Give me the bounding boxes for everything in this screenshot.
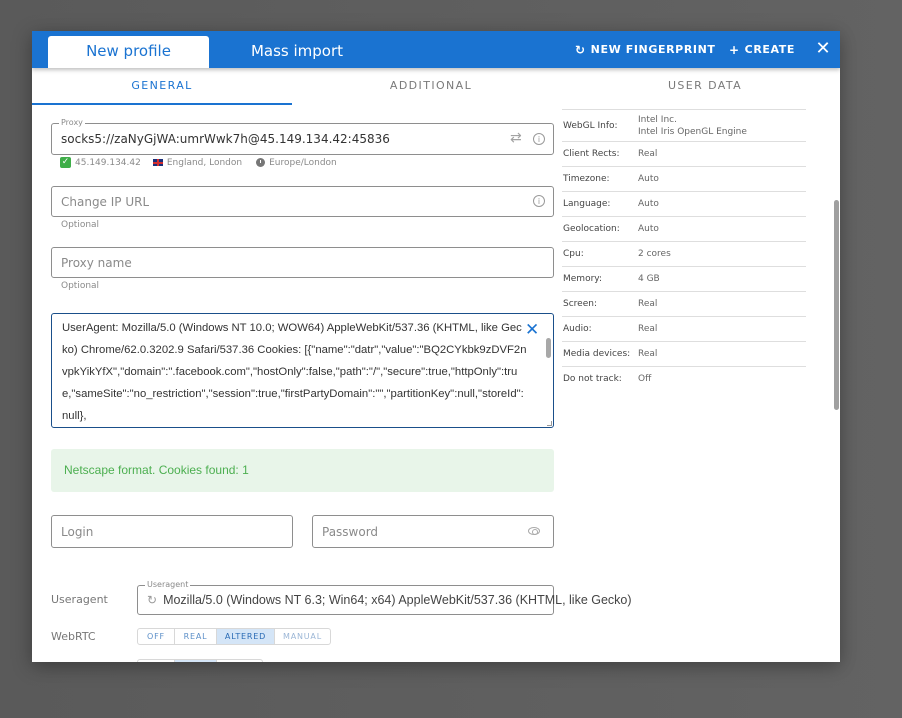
webrtc-selector: OFF REAL ALTERED MANUAL	[137, 628, 331, 645]
webrtc-label: WebRTC	[51, 630, 96, 643]
info-value: 2 cores	[638, 249, 671, 259]
tab-mass-import[interactable]: Mass import	[237, 36, 357, 68]
password-placeholder: Password	[322, 524, 379, 539]
proxy-ip: 45.149.134.42	[75, 157, 141, 168]
password-input[interactable]: Password	[312, 515, 554, 548]
proxy-value: socks5://zaNyGjWA:umrWwk7h@45.149.134.42…	[61, 132, 390, 146]
dialog-header: New profile Mass import ↻ NEW FINGERPRIN…	[32, 31, 840, 68]
subtab-user-data[interactable]: USER DATA	[570, 68, 840, 104]
info-value: Real	[638, 324, 658, 334]
dialog-scrollbar[interactable]	[834, 200, 839, 410]
login-placeholder: Login	[61, 524, 94, 539]
change-ip-url-input[interactable]: Change IP URL i	[51, 186, 554, 217]
info-row: Screen: Real	[562, 291, 806, 316]
useragent-label: Useragent	[51, 593, 108, 606]
info-row: Memory: 4 GB	[562, 266, 806, 291]
info-key: Memory:	[563, 274, 602, 284]
proxy-name-hint: Optional	[61, 281, 100, 291]
cookies-text: UserAgent: Mozilla/5.0 (Windows NT 10.0;…	[62, 322, 527, 422]
info-key: WebGL Info:	[563, 120, 618, 131]
proxy-status: ✓ 45.149.134.42 England, London Europe/L…	[60, 157, 337, 168]
refresh-icon: ↻	[575, 42, 586, 57]
info-row: Client Rects: Real	[562, 141, 806, 166]
info-key: Media devices:	[563, 349, 631, 359]
close-icon[interactable]: ✕	[812, 38, 834, 60]
active-tab-indicator	[32, 103, 292, 105]
info-value: Real	[638, 349, 658, 359]
info-row: Timezone: Auto	[562, 166, 806, 191]
swap-icon[interactable]: ⇄	[510, 130, 522, 146]
clock-icon	[256, 158, 266, 167]
webrtc-option-off[interactable]: OFF	[138, 629, 175, 644]
proxy-name-input[interactable]: Proxy name	[51, 247, 554, 278]
info-row: Cpu: 2 cores	[562, 241, 806, 266]
create-button[interactable]: + CREATE	[729, 31, 795, 68]
info-value: Auto	[638, 199, 659, 209]
info-row: Media devices: Real	[562, 341, 806, 366]
cookies-status-alert: Netscape format. Cookies found: 1	[51, 449, 554, 492]
webgl-vendor: Intel Inc.	[638, 114, 677, 125]
webrtc-option-manual[interactable]: MANUAL	[275, 629, 330, 644]
new-fingerprint-label: NEW FINGERPRINT	[590, 42, 716, 56]
info-value: Real	[638, 149, 658, 159]
cookies-textarea[interactable]: UserAgent: Mozilla/5.0 (Windows NT 10.0;…	[51, 313, 554, 428]
useragent-input[interactable]: Useragent ↻ Mozilla/5.0 (Windows NT 6.3;…	[137, 579, 632, 615]
refresh-icon[interactable]: ↻	[147, 593, 157, 607]
webgl-renderer: Intel Iris OpenGL Engine	[638, 126, 747, 137]
info-value: Intel Inc. Intel Iris OpenGL Engine	[638, 114, 747, 138]
info-key: Audio:	[563, 324, 592, 334]
info-row: Language: Auto	[562, 191, 806, 216]
create-label: CREATE	[744, 42, 795, 56]
info-row: Do not track: Off	[562, 366, 806, 391]
webrtc-option-altered[interactable]: ALTERED	[217, 629, 275, 644]
info-value: Auto	[638, 224, 659, 234]
info-value: Real	[638, 299, 658, 309]
info-key: Language:	[563, 199, 611, 209]
info-row-webgl: WebGL Info: Intel Inc. Intel Iris OpenGL…	[562, 109, 806, 141]
next-setting-selector	[137, 659, 263, 662]
webrtc-option-real[interactable]: REAL	[175, 629, 217, 644]
change-ip-url-hint: Optional	[61, 220, 100, 230]
textarea-scrollbar[interactable]	[546, 338, 551, 358]
info-value: Off	[638, 374, 652, 384]
subtab-general[interactable]: GENERAL	[32, 68, 292, 104]
info-key: Geolocation:	[563, 224, 620, 234]
new-profile-dialog: New profile Mass import ↻ NEW FINGERPRIN…	[32, 31, 840, 662]
info-value: Auto	[638, 174, 659, 184]
next-option[interactable]	[138, 660, 175, 662]
check-icon: ✓	[60, 157, 71, 168]
info-key: Client Rects:	[563, 149, 620, 159]
uk-flag-icon	[152, 159, 163, 166]
proxy-location: England, London	[166, 157, 243, 168]
subtab-additional[interactable]: ADDITIONAL	[292, 68, 570, 104]
fingerprint-info-table: WebGL Info: Intel Inc. Intel Iris OpenGL…	[562, 109, 806, 391]
proxy-timezone: Europe/London	[269, 157, 337, 168]
info-key: Timezone:	[563, 174, 610, 184]
info-row: Audio: Real	[562, 316, 806, 341]
info-key: Do not track:	[563, 374, 622, 384]
login-input[interactable]: Login	[51, 515, 293, 548]
proxy-input[interactable]: Proxy socks5://zaNyGjWA:umrWwk7h@45.149.…	[51, 117, 554, 155]
eye-icon[interactable]	[528, 527, 540, 535]
info-row: Geolocation: Auto	[562, 216, 806, 241]
useragent-value: Mozilla/5.0 (Windows NT 6.3; Win64; x64)…	[163, 593, 632, 607]
plus-icon: +	[729, 42, 740, 57]
info-key: Cpu:	[563, 249, 584, 259]
change-ip-url-placeholder: Change IP URL	[61, 194, 150, 209]
next-option[interactable]	[217, 660, 262, 662]
info-value: 4 GB	[638, 274, 660, 284]
tab-new-profile[interactable]: New profile	[48, 36, 209, 68]
info-icon[interactable]: i	[533, 133, 545, 145]
resize-handle[interactable]	[547, 421, 552, 426]
proxy-name-placeholder: Proxy name	[61, 255, 132, 270]
next-option-selected[interactable]	[175, 660, 217, 662]
new-fingerprint-button[interactable]: ↻ NEW FINGERPRINT	[575, 31, 716, 68]
info-icon[interactable]: i	[533, 195, 545, 207]
info-key: Screen:	[563, 299, 597, 309]
clear-icon[interactable]: ✕	[525, 320, 539, 340]
